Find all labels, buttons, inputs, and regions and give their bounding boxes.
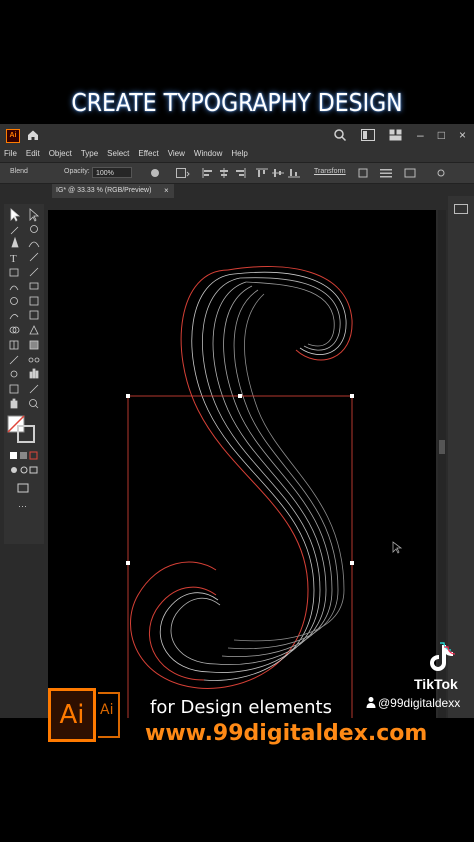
blend-tool-icon[interactable] [28,357,40,363]
svg-text:T: T [10,253,17,265]
isolate-icon[interactable] [358,168,368,178]
magic-wand-tool-icon[interactable] [10,226,19,235]
curvature-tool-icon[interactable] [28,241,40,248]
screen-mode-icon[interactable] [17,483,29,493]
brush-tool-icon[interactable] [29,267,39,277]
align-to-icon[interactable] [176,168,190,178]
draw-normal-icon[interactable] [11,467,17,473]
type-tool-icon[interactable]: T [10,253,17,265]
none-mode-icon[interactable] [29,451,38,460]
menu-bar: File Edit Object Type Select Effect View… [0,146,474,162]
perspective-grid-tool-icon[interactable] [29,325,39,335]
menu-file[interactable]: File [4,146,17,162]
fill-stroke-swatch[interactable] [7,415,35,443]
eyedropper-tool-icon[interactable] [9,355,19,365]
home-icon[interactable] [26,128,40,142]
tools-panel: T ··· [4,204,44,544]
rectangle-tool-icon[interactable] [9,268,19,277]
hand-tool-icon[interactable] [10,398,18,409]
draw-behind-icon[interactable] [20,466,28,474]
scrollbar-thumb[interactable] [439,440,445,454]
properties-panel-icon[interactable] [454,204,468,214]
document-tab-bar: IG* @ 33.33 % (RGB/Preview) × [44,184,436,198]
illustrator-logo-icon: Ai [6,129,20,143]
shape-builder-tool-icon[interactable] [9,326,20,334]
align-bottom-icon[interactable] [288,168,300,178]
mode-label: Blend [10,168,28,175]
symbol-sprayer-tool-icon[interactable] [10,370,18,378]
zoom-tool-icon[interactable] [29,399,39,409]
rotate-tool-icon[interactable] [10,297,18,305]
draw-inside-icon[interactable] [29,466,38,474]
panel-menu-icon[interactable] [380,168,392,178]
tiktok-label: TikTok [414,676,458,692]
document-tab-close-icon[interactable]: × [164,184,169,198]
lasso-tool-icon[interactable] [30,225,38,233]
arrange-icon[interactable] [389,129,403,141]
tiktok-icon [430,642,455,671]
control-bar: Blend Opacity: 100% Transform [0,162,474,184]
canvas[interactable] [48,210,436,718]
selection-tool-icon[interactable] [10,208,21,222]
tiktok-handle: @99digitaldexx [378,696,461,710]
menu-effect[interactable]: Effect [138,146,158,162]
mesh-tool-icon[interactable] [9,340,19,350]
window-close-icon[interactable]: × [459,128,466,142]
mouse-cursor-icon [392,541,403,554]
website-url[interactable]: www.99digitaldex.com [145,721,427,746]
slice-tool-icon[interactable] [29,384,39,394]
direct-selection-tool-icon[interactable] [29,208,40,222]
appbar-right-controls: – □ × [333,128,466,142]
right-panel-dock [448,196,474,718]
free-transform-tool-icon[interactable] [29,310,39,320]
options-icon[interactable] [436,168,446,178]
window-maximize-icon[interactable]: □ [438,128,445,142]
cut-path-icon[interactable] [404,168,416,178]
document-tab[interactable]: IG* @ 33.33 % (RGB/Preview) [52,184,174,198]
user-icon [366,697,376,708]
menu-type[interactable]: Type [81,146,98,162]
transform-link[interactable]: Transform [314,168,346,175]
column-graph-tool-icon[interactable] [29,368,39,379]
gradient-mode-icon[interactable] [20,452,27,459]
opacity-label: Opacity: [64,168,90,175]
edit-toolbar-icon[interactable]: ··· [18,501,27,511]
recolor-icon[interactable] [150,168,160,178]
workspace-icon[interactable] [361,129,376,141]
align-right-icon[interactable] [234,168,246,178]
gradient-tool-icon[interactable] [29,340,39,350]
document-tab-title: IG* @ 33.33 % (RGB/Preview) [56,187,152,194]
align-top-icon[interactable] [256,168,268,178]
align-center-icon[interactable] [218,168,230,178]
illustrator-window: Ai – □ × File Edit Object Type Select Ef… [0,124,474,718]
align-left-icon[interactable] [202,168,214,178]
artboard-tool-icon[interactable] [9,384,19,394]
menu-object[interactable]: Object [49,146,72,162]
scale-tool-icon[interactable] [29,296,39,306]
opacity-input[interactable]: 100% [92,167,132,178]
illustrator-brand-logo-echo: Ai [98,692,120,738]
title-overlay: CREATE TYPOGRAPHY DESIGN [71,88,403,117]
line-tool-icon[interactable] [29,252,39,262]
menu-edit[interactable]: Edit [26,146,40,162]
align-middle-icon[interactable] [272,168,284,178]
shaper-tool-icon[interactable] [9,285,19,291]
menu-select[interactable]: Select [107,146,129,162]
blended-letter-s[interactable] [130,266,356,689]
illustrator-brand-logo: Ai [48,688,96,742]
window-minimize-icon[interactable]: – [417,128,424,142]
app-bar: Ai – □ × [0,124,474,146]
menu-help[interactable]: Help [231,146,247,162]
promo-text: for Design elements [150,697,332,718]
color-mode-icon[interactable] [10,452,17,459]
menu-view[interactable]: View [168,146,185,162]
menu-window[interactable]: Window [194,146,222,162]
eraser-tool-icon[interactable] [29,282,39,290]
warp-tool-icon[interactable] [9,314,19,320]
search-icon[interactable] [333,128,347,142]
pen-tool-icon[interactable] [11,236,19,248]
selection-bounding-box[interactable] [126,394,354,718]
